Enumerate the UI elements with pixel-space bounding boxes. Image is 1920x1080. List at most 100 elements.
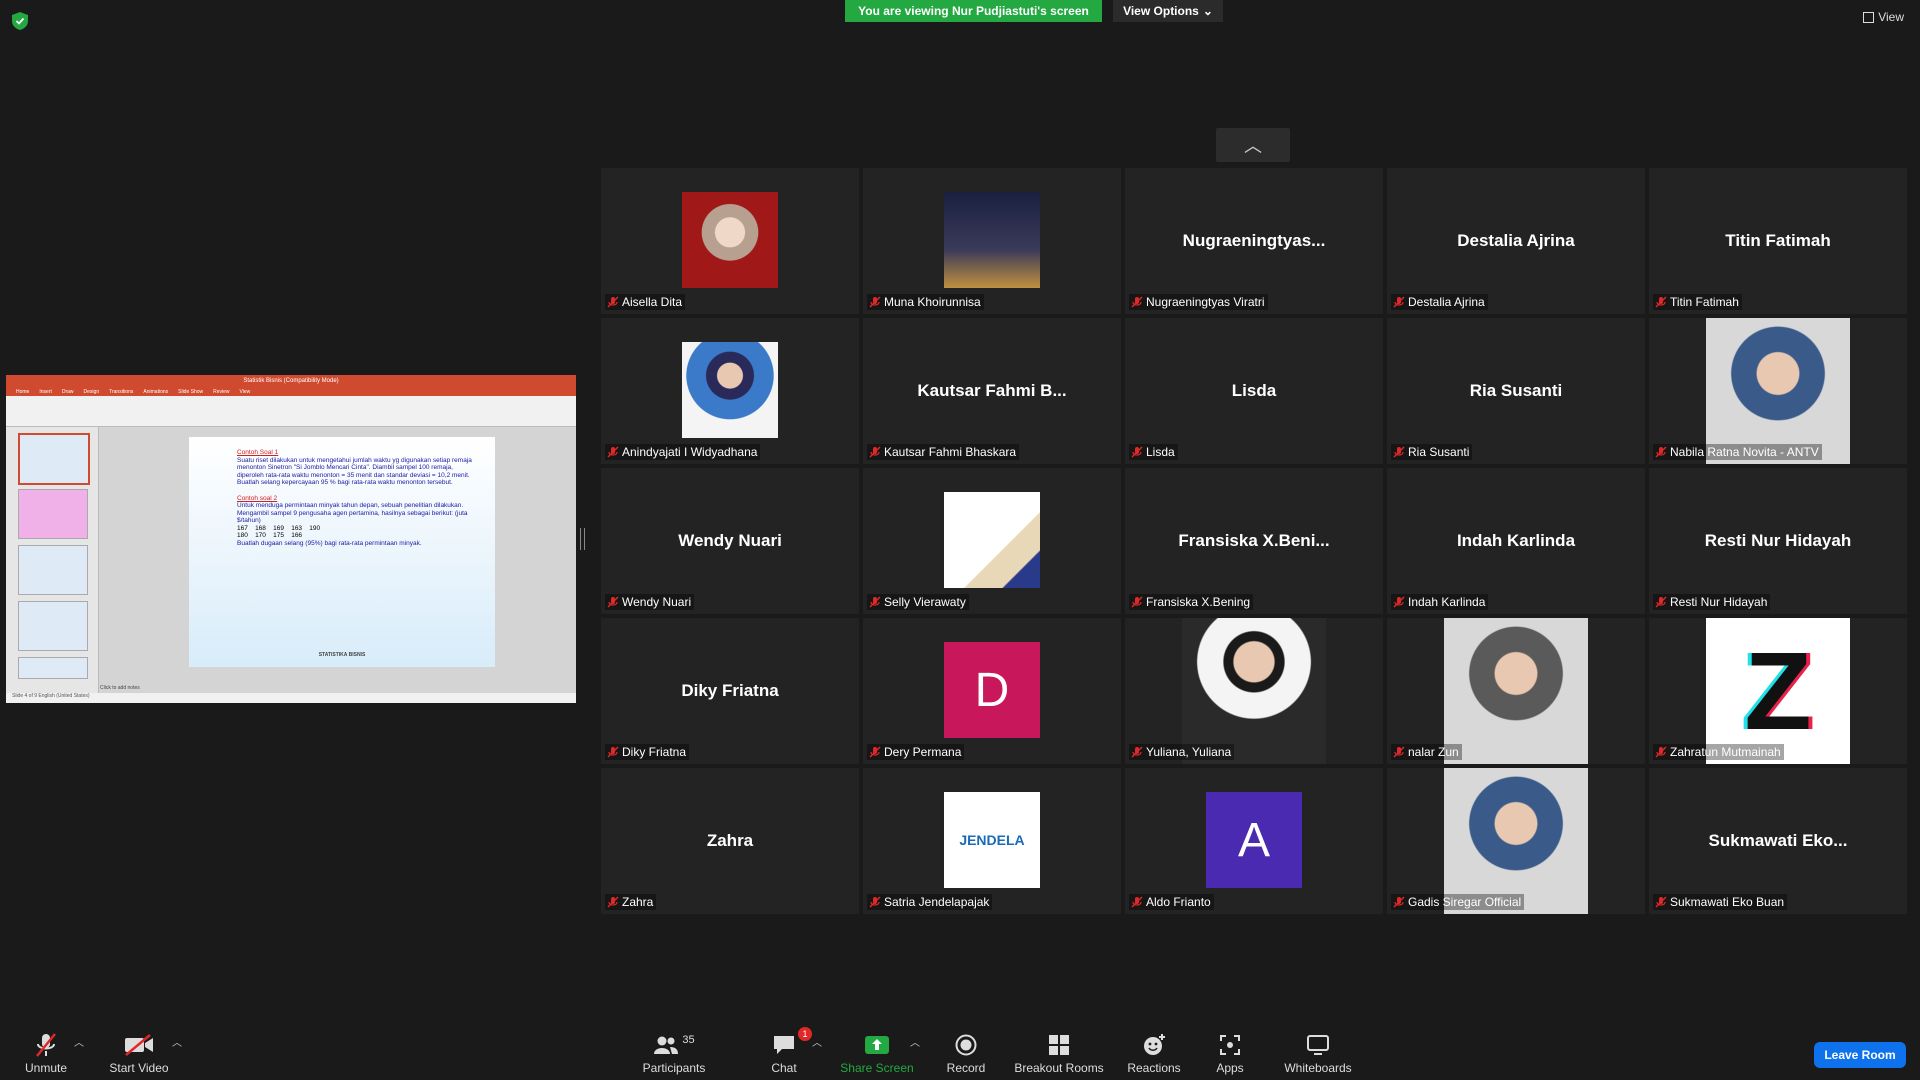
slide-heading-2: Contoh soal 2	[237, 494, 278, 502]
slide-thumbnail	[18, 657, 88, 679]
participant-tile[interactable]: Muna Khoirunnisa	[863, 168, 1121, 314]
participant-name-label: Wendy Nuari	[605, 594, 695, 610]
slide-data-row-1: 167 168 169 163 190	[237, 524, 321, 532]
participant-name: Nabila Ratna Novita - ANTV	[1670, 445, 1819, 459]
participant-tile[interactable]: Titin Fatimah Titin Fatimah	[1649, 168, 1907, 314]
participant-name: Zahra	[622, 895, 654, 909]
ribbon-tab: View	[239, 388, 251, 395]
video-options-caret-icon[interactable]: ︿	[172, 1034, 182, 1049]
participant-name-label: Titin Fatimah	[1653, 294, 1742, 310]
participant-tile[interactable]: JENDELA Satria Jendelapajak	[863, 768, 1121, 914]
reactions-icon	[1144, 1034, 1165, 1055]
whiteboards-button[interactable]: Whiteboards	[1280, 1031, 1356, 1075]
participant-display-name: Diky Friatna	[681, 681, 779, 700]
participant-tile[interactable]: Wendy Nuari Wendy Nuari	[601, 468, 859, 614]
microphone-muted-icon	[1655, 446, 1667, 458]
participant-tile[interactable]: Nugraeningtyas... Nugraeningtyas Viratri	[1125, 168, 1383, 314]
participant-tile[interactable]: Yuliana, Yuliana	[1125, 618, 1383, 764]
start-video-button[interactable]: Start Video	[106, 1031, 172, 1075]
share-screen-label: Share Screen	[840, 1061, 914, 1075]
participant-name: Gadis Siregar Official	[1408, 895, 1522, 909]
shared-app-titlebar: Statistik Bisnis (Compatibility Mode)	[6, 375, 576, 387]
share-screen-button[interactable]: Share Screen	[840, 1031, 914, 1075]
participant-name-label: Muna Khoirunnisa	[867, 294, 984, 310]
participant-name-label: Yuliana, Yuliana	[1129, 744, 1235, 760]
participant-name: Wendy Nuari	[622, 595, 692, 609]
microphone-muted-icon	[607, 446, 619, 458]
participant-name: nalar Zun	[1408, 745, 1459, 759]
participant-tile[interactable]: Nabila Ratna Novita - ANTV	[1649, 318, 1907, 464]
microphone-muted-icon	[607, 746, 619, 758]
security-shield-icon[interactable]	[12, 12, 28, 30]
microphone-muted-icon	[869, 446, 881, 458]
split-view-handle[interactable]	[580, 528, 585, 550]
leave-room-button[interactable]: Leave Room	[1814, 1042, 1906, 1068]
participant-tile[interactable]: Indah Karlinda Indah Karlinda	[1387, 468, 1645, 614]
participant-tile[interactable]: nalar Zun	[1387, 618, 1645, 764]
microphone-muted-icon	[869, 296, 881, 308]
microphone-muted-icon	[1131, 446, 1143, 458]
unmute-label: Unmute	[24, 1061, 68, 1075]
participant-tile[interactable]: Lisda Lisda	[1125, 318, 1383, 464]
participant-name-label: Aisella Dita	[605, 294, 686, 310]
participant-name: Lisda	[1146, 445, 1175, 459]
participant-tile[interactable]: Resti Nur Hidayah Resti Nur Hidayah	[1649, 468, 1907, 614]
participant-tile[interactable]: Kautsar Fahmi B... Kautsar Fahmi Bhaskara	[863, 318, 1121, 464]
participant-tile[interactable]: A Aldo Frianto	[1125, 768, 1383, 914]
microphone-muted-icon	[1393, 446, 1405, 458]
previous-page-button[interactable]: ︿	[1216, 128, 1290, 162]
apps-button[interactable]: Apps	[1212, 1031, 1248, 1075]
view-button[interactable]: View	[1863, 10, 1904, 24]
participant-tile[interactable]: Gadis Siregar Official	[1387, 768, 1645, 914]
microphone-muted-icon	[1393, 746, 1405, 758]
participant-tile[interactable]: Ria Susanti Ria Susanti	[1387, 318, 1645, 464]
participant-tile[interactable]: Sukmawati Eko... Sukmawati Eko Buan	[1649, 768, 1907, 914]
participant-tile[interactable]: Destalia Ajrina Destalia Ajrina	[1387, 168, 1645, 314]
microphone-muted-icon	[869, 896, 881, 908]
participant-name-label: Indah Karlinda	[1391, 594, 1489, 610]
chat-options-caret-icon[interactable]: ︿	[812, 1034, 822, 1049]
participant-initial-avatar: D	[944, 642, 1040, 738]
participant-tile[interactable]: Fransiska X.Beni... Fransiska X.Bening	[1125, 468, 1383, 614]
participant-tile[interactable]: Selly Vierawaty	[863, 468, 1121, 614]
breakout-rooms-button[interactable]: Breakout Rooms	[1012, 1031, 1106, 1075]
share-options-caret-icon[interactable]: ︿	[910, 1034, 920, 1049]
participant-name-label: Sukmawati Eko Buan	[1653, 894, 1788, 910]
microphone-muted-icon	[607, 896, 619, 908]
shared-app-body: Contoh Soal 1 Suatu riset dilakukan untu…	[6, 427, 576, 693]
participants-button[interactable]: 35 Participants	[638, 1031, 710, 1075]
participant-name: Kautsar Fahmi Bhaskara	[884, 445, 1017, 459]
participant-display-name: Wendy Nuari	[678, 531, 782, 550]
participant-name: Anindyajati I Widyadhana	[622, 445, 758, 459]
audio-options-caret-icon[interactable]: ︿	[74, 1034, 84, 1049]
participant-tile[interactable]: Zahra Zahra	[601, 768, 859, 914]
participant-name-label: Gadis Siregar Official	[1391, 894, 1525, 910]
participant-tile[interactable]: Aisella Dita	[601, 168, 859, 314]
participants-count: 35	[682, 1034, 695, 1046]
record-label: Record	[946, 1061, 986, 1075]
participant-name: Ria Susanti	[1408, 445, 1470, 459]
ribbon-tab: Design	[83, 388, 100, 395]
participant-name: Fransiska X.Bening	[1146, 595, 1251, 609]
participant-display-name: Ria Susanti	[1469, 381, 1563, 400]
unmute-button[interactable]: Unmute	[18, 1031, 74, 1075]
record-button[interactable]: Record	[942, 1031, 990, 1075]
participant-logo: JENDELA	[944, 792, 1040, 888]
microphone-muted-icon	[1131, 296, 1143, 308]
participant-tile[interactable]: Anindyajati I Widyadhana	[601, 318, 859, 464]
participant-name-label: Nugraeningtyas Viratri	[1129, 294, 1268, 310]
microphone-muted-icon	[1655, 896, 1667, 908]
participant-tile[interactable]: Diky Friatna Diky Friatna	[601, 618, 859, 764]
view-options-button[interactable]: View Options ⌄	[1113, 0, 1223, 22]
participant-tile[interactable]: Z Zahratun Mutmainah	[1649, 618, 1907, 764]
microphone-muted-icon	[1131, 596, 1143, 608]
chat-button[interactable]: 1 Chat	[762, 1027, 812, 1075]
reactions-button[interactable]: Reactions	[1124, 1031, 1184, 1075]
slide-thumbnail	[18, 433, 90, 485]
share-screen-icon	[865, 1036, 889, 1054]
shared-screen[interactable]: Statistik Bisnis (Compatibility Mode) Ho…	[6, 375, 576, 703]
participant-name: Sukmawati Eko Buan	[1670, 895, 1785, 909]
participant-tile[interactable]: D Dery Permana	[863, 618, 1121, 764]
participants-icon	[654, 1036, 679, 1054]
chevron-down-icon: ⌄	[1202, 4, 1213, 18]
